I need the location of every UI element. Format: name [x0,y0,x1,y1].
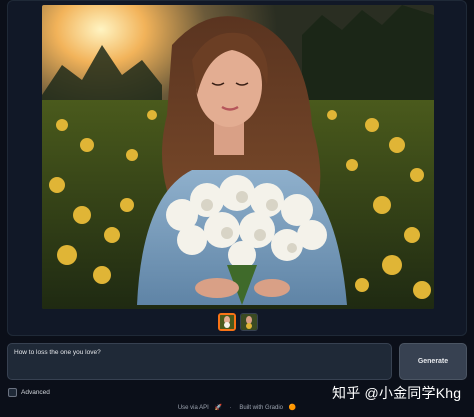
gradio-logo-icon: 🟠 [288,405,297,411]
advanced-checkbox[interactable] [8,388,17,397]
thumbnail-strip [218,313,258,335]
footer-separator: · [229,405,232,411]
generated-image[interactable] [42,5,434,309]
use-via-api-link[interactable]: Use via API 🚀 [176,405,226,411]
watermark: 知乎 @小金同学Khg [332,385,462,401]
footer: Use via API 🚀 · Built with Gradio 🟠 [0,404,474,411]
prompt-text: How to loss the one you love? [14,349,101,356]
advanced-toggle[interactable]: Advanced [8,388,50,397]
thumbnail-1[interactable] [218,313,236,331]
generate-button[interactable]: Generate [399,343,467,380]
prompt-input[interactable]: How to loss the one you love? [7,343,392,380]
gallery-panel [7,0,467,336]
thumbnail-2[interactable] [240,313,258,331]
rocket-icon: 🚀 [214,405,222,411]
advanced-label: Advanced [21,389,50,396]
generate-button-label: Generate [417,358,449,365]
app-root: How to loss the one you love? Generate A… [0,0,474,417]
thumbnail-2-image [241,314,257,330]
thumbnail-1-image [220,315,234,329]
generated-image-picture [42,5,434,309]
built-with-gradio-link[interactable]: Built with Gradio 🟠 [237,405,298,411]
